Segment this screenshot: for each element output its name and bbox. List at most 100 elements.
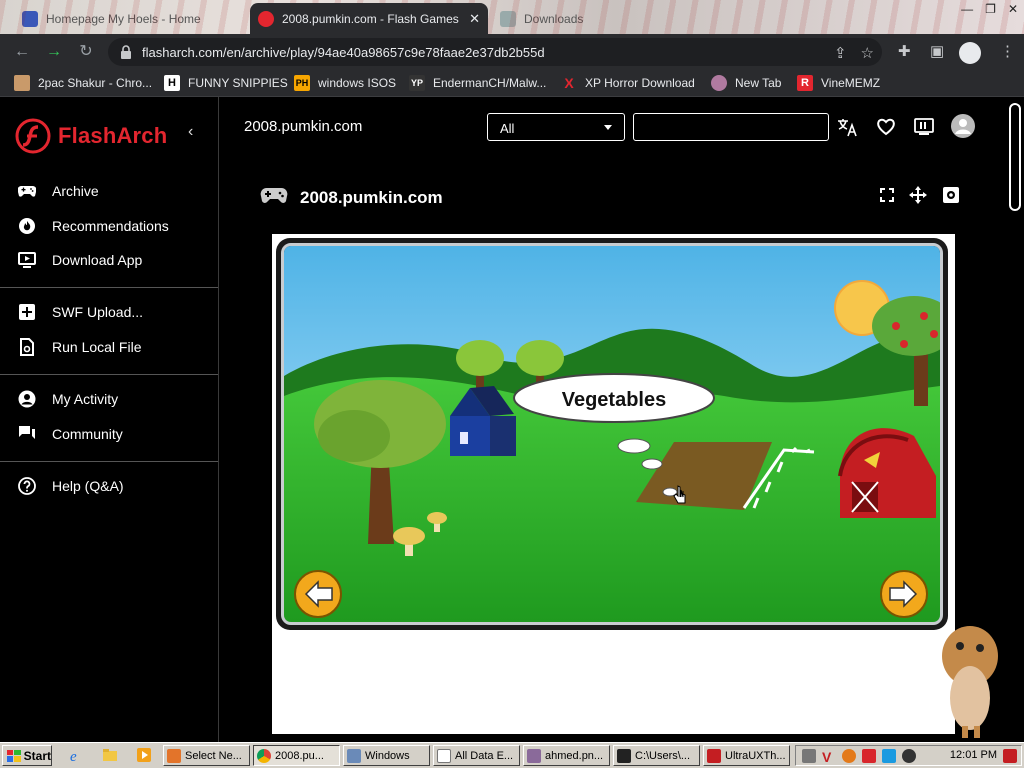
sidebar-item-label: Recommendations — [52, 218, 169, 234]
media-player-icon[interactable] — [136, 747, 152, 763]
task-chrome[interactable]: 2008.pu... — [253, 745, 340, 766]
fullscreen-icon[interactable] — [878, 186, 896, 204]
bookmark-endermanch[interactable]: YP EndermanCH/Malw... — [409, 75, 546, 91]
user-avatar-icon[interactable] — [951, 114, 975, 138]
search-input[interactable] — [633, 113, 829, 141]
download-icon — [500, 10, 516, 27]
image-icon — [527, 748, 541, 763]
sidebar-divider — [0, 461, 218, 462]
tab-homepage[interactable]: Homepage My Hoels - Home — [14, 3, 246, 34]
tray-search-icon[interactable] — [842, 748, 856, 763]
sidebar-item-run-local-file[interactable]: Run Local File — [0, 332, 218, 362]
folder-icon[interactable] — [102, 747, 118, 763]
back-arrow-icon[interactable]: ← — [12, 42, 32, 62]
bookmark-vinememz[interactable]: R VineMEMZ — [797, 75, 880, 91]
settings-gear-icon[interactable] — [942, 186, 960, 204]
sidebar-item-recommendations[interactable]: Recommendations — [0, 211, 218, 241]
collapse-sidebar-chevron-icon[interactable]: ‹ — [188, 123, 193, 141]
r-favicon-icon: R — [797, 75, 813, 91]
bookmark-star-icon[interactable]: ☆ — [861, 44, 874, 62]
bookmark-xp-horror[interactable]: X XP Horror Download — [561, 75, 695, 91]
flash-logo-icon — [15, 118, 51, 154]
svg-text:e: e — [70, 749, 77, 763]
profile-avatar-icon[interactable] — [959, 42, 981, 64]
tray-app-icon[interactable] — [1003, 749, 1017, 763]
back-arrow-button[interactable] — [294, 570, 342, 618]
gamepad-icon — [260, 185, 288, 210]
task-7zip[interactable]: C:\Users\... — [613, 745, 700, 766]
select-value: All — [500, 121, 515, 136]
reload-icon[interactable]: ↻ — [76, 42, 96, 62]
sidebar-item-community[interactable]: Community — [0, 419, 218, 449]
flash-game-canvas[interactable]: Vegetables — [281, 243, 943, 625]
task-ultrauxth[interactable]: UltraUXTh... — [703, 745, 790, 766]
new-tab-favicon-icon — [711, 75, 727, 91]
sidebar-item-help[interactable]: Help (Q&A) — [0, 471, 218, 501]
task-all-data[interactable]: All Data E... — [433, 745, 520, 766]
flash-game-frame[interactable]: Vegetables — [276, 238, 948, 630]
system-tray: V 12:01 PM — [795, 745, 1022, 766]
sidebar-item-label: Community — [52, 426, 123, 442]
close-window-icon[interactable]: ✕ — [1008, 2, 1018, 16]
tab-downloads[interactable]: Downloads — [492, 3, 642, 34]
fire-icon — [18, 217, 36, 235]
forward-arrow-icon[interactable]: → — [44, 42, 64, 62]
user-circle-icon — [18, 390, 36, 408]
tray-flag-icon[interactable] — [862, 748, 876, 763]
task-select-ne[interactable]: Select Ne... — [163, 745, 250, 766]
tray-network-icon[interactable] — [882, 748, 896, 763]
close-tab-icon[interactable]: ✕ — [469, 11, 480, 27]
task-windows[interactable]: Windows — [343, 745, 430, 766]
tab-label: Homepage My Hoels - Home — [46, 11, 201, 26]
extensions-puzzle-icon[interactable]: ✚ — [898, 42, 911, 60]
desktop-mascot-image — [942, 626, 998, 738]
translate-icon[interactable] — [837, 116, 859, 138]
address-bar[interactable]: flasharch.com/en/archive/play/94ae40a986… — [108, 38, 882, 66]
sidebar-divider — [0, 374, 218, 375]
start-button[interactable]: Start — [2, 745, 52, 766]
sidebar-item-my-activity[interactable]: My Activity — [0, 384, 218, 414]
x-favicon-icon: X — [564, 75, 574, 91]
sidebar-item-label: Archive — [52, 183, 99, 199]
bookmark-2pac[interactable]: 2pac Shakur - Chro... — [14, 75, 152, 91]
share-icon[interactable]: ⇪ — [834, 44, 847, 62]
task-label: 2008.pu... — [275, 749, 324, 762]
maximize-icon[interactable]: ❐ — [985, 2, 996, 16]
sidebar-item-archive[interactable]: Archive — [0, 176, 218, 206]
game-scene[interactable]: Vegetables — [284, 246, 940, 622]
internet-explorer-icon[interactable]: e — [68, 747, 84, 763]
gamepad-icon — [18, 182, 36, 200]
bookmark-label: VineMEMZ — [821, 76, 881, 90]
sidebar-item-download-app[interactable]: Download App — [0, 245, 218, 275]
window-controls: — ❐ ✕ — [961, 2, 1018, 16]
side-panel-icon[interactable]: ▣ — [930, 42, 944, 60]
bookmark-label: FUNNY SNIPPIES — [188, 76, 288, 90]
bookmark-windows-isos[interactable]: PH windows ISOS — [294, 75, 396, 91]
task-ahmed-png[interactable]: ahmed.pn... — [523, 745, 610, 766]
menu-kebab-icon[interactable]: ⋮ — [1000, 42, 1015, 60]
flasharch-logo[interactable]: FlashArch — [14, 117, 167, 155]
tray-app-icon[interactable] — [802, 748, 816, 763]
collection-icon[interactable] — [913, 116, 935, 138]
site-title[interactable]: 2008.pumkin.com — [244, 118, 362, 135]
task-label: UltraUXTh... — [725, 749, 786, 762]
task-label: C:\Users\... — [635, 749, 691, 762]
browser-toolbar: ← → ↻ flasharch.com/en/archive/play/94ae… — [0, 34, 1024, 70]
tray-v-icon[interactable]: V — [822, 749, 836, 765]
category-select[interactable]: All — [487, 113, 625, 141]
minimize-icon[interactable]: — — [961, 2, 973, 16]
site-favicon-icon — [22, 10, 38, 27]
heart-icon[interactable] — [875, 116, 897, 138]
bookmark-new-tab[interactable]: New Tab — [711, 75, 781, 91]
sidebar-item-swf-upload[interactable]: SWF Upload... — [0, 297, 218, 327]
help-icon — [18, 477, 36, 495]
move-arrows-icon[interactable] — [909, 186, 927, 204]
page-scrollbar-thumb[interactable] — [1009, 103, 1021, 211]
logo-text: FlashArch — [58, 123, 168, 148]
sidebar: FlashArch ‹ Archive Recommendations Down… — [0, 97, 219, 742]
bookmark-funny-snippies[interactable]: H FUNNY SNIPPIES — [164, 75, 288, 91]
next-arrow-button[interactable] — [880, 570, 928, 618]
tray-record-icon[interactable] — [902, 748, 916, 763]
tab-pumkin[interactable]: 2008.pumkin.com - Flash Games ✕ — [250, 3, 488, 34]
task-label: Select Ne... — [185, 749, 242, 762]
